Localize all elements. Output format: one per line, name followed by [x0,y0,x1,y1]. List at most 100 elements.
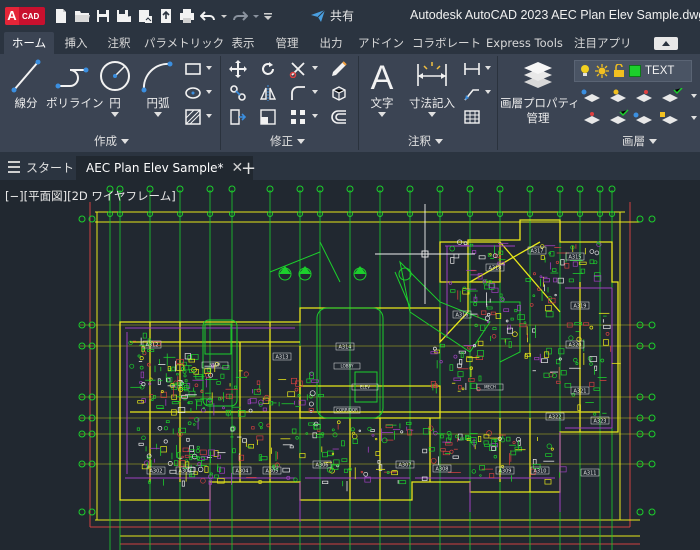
room-tag[interactable]: A309 [495,466,515,475]
cad-detail-mark [593,412,597,416]
redo-icon[interactable] [231,6,249,26]
hatch-icon[interactable] [184,84,202,102]
room-tag[interactable]: A304 [232,466,252,475]
drawing-canvas[interactable]: A316 A315 A317 A318 A319 A320 A312 A313 A314 A321… [0,182,700,550]
room-tag[interactable]: A305 [262,466,282,475]
room-tag[interactable]: A322 [545,412,565,421]
copy-icon[interactable] [229,84,247,102]
room-tag[interactable]: A320 [565,340,585,349]
annotation-dropdown-icons[interactable] [484,66,492,102]
draw-panel-title[interactable]: 作成 [94,133,129,151]
ribbon-tabs: ホーム 挿入 注釈 パラメトリック 表示 管理 出力 アドイン コラボレート E… [0,32,700,54]
room-tag[interactable]: A308 [432,464,452,473]
layer-tools-icons[interactable] [580,88,692,132]
room-tag[interactable]: A315 [565,252,585,261]
room-tag[interactable]: A317 [527,246,547,255]
layer-dropdown[interactable]: TEXT [574,60,692,82]
tab-output[interactable]: 出力 [314,32,348,54]
tab-start[interactable]: スタート [16,156,84,181]
tab-drawing[interactable]: AEC Plan Elev Sample* ✕ [76,156,254,181]
offset-icon[interactable] [330,108,348,126]
draw-dropdown-icons[interactable] [205,66,213,126]
room-tag[interactable]: A318 [485,263,505,272]
save-web-icon[interactable] [136,6,154,26]
room-tag[interactable]: A302 [146,466,166,475]
array-3d-icon[interactable] [330,84,348,102]
layers-dropdown-icons[interactable] [690,94,698,124]
new-file-icon[interactable] [52,6,70,26]
room-tag[interactable]: A321 [570,386,590,395]
trim-icon[interactable] [289,60,307,79]
cad-detail-mark [557,277,564,284]
undo-icon[interactable] [199,6,217,26]
tab-express-tools[interactable]: Express Tools [486,32,563,54]
layers-panel-title[interactable]: 画層 [622,133,657,151]
save-icon[interactable] [94,6,112,26]
tab-manage[interactable]: 管理 [270,32,304,54]
application-menu-button[interactable]: A CAD [5,7,45,25]
room-tag[interactable]: A319 [570,301,590,310]
room-number: A313 [276,355,289,361]
tab-addins[interactable]: アドイン [358,32,404,54]
linear-dimension-icon[interactable] [463,60,481,78]
mirror-icon[interactable] [259,84,277,102]
tab-view[interactable]: 表示 [228,32,258,54]
circle-button[interactable]: 円 [98,56,132,118]
tab-home[interactable]: ホーム [4,32,54,54]
modify-panel-title[interactable]: 修正 [270,133,305,151]
gradient-icon[interactable] [184,108,202,126]
customize-qat-icon[interactable] [263,6,273,26]
annotation-panel-title[interactable]: 注釈 [408,133,443,151]
print-icon[interactable] [178,6,196,26]
tab-collaborate[interactable]: コラボレート [412,32,481,54]
room-tag[interactable]: A303 [175,466,195,475]
upload-icon[interactable] [157,6,175,26]
room-tag[interactable]: A306 [312,460,332,469]
stretch-icon[interactable] [229,108,247,126]
rotate-icon[interactable] [259,60,277,78]
redo-dropdown-icon[interactable] [252,6,260,26]
room-tag[interactable]: A307 [395,460,415,469]
erase-icon[interactable] [330,60,348,78]
modify-dropdown-icons[interactable] [311,66,319,126]
rectangle-icon[interactable] [184,60,202,78]
room-number: A317 [531,249,544,255]
cad-detail-mark [317,394,324,397]
undo-dropdown-icon[interactable] [220,6,228,26]
viewport-controls[interactable]: [−][平面図][2D ワイヤフレーム] [5,188,176,204]
leader-icon[interactable] [463,84,481,102]
tab-featured-apps[interactable]: 注目アプリ [574,32,632,54]
text-button[interactable]: A 文字 [363,56,401,118]
arc-dropdown-icon[interactable] [154,112,162,118]
tab-insert[interactable]: 挿入 [57,32,95,54]
fillet-icon[interactable] [289,84,307,102]
line-button[interactable]: 線分 [8,56,44,111]
layer-properties-button[interactable]: 画層プロパティ 管理 [500,56,580,126]
dimension-button[interactable]: 寸法記入 [406,56,458,118]
tab-annotate[interactable]: 注釈 [99,32,139,54]
table-icon[interactable] [463,108,481,126]
room-tag[interactable]: A314 [335,342,355,351]
room-tag[interactable]: A316 [452,310,472,319]
cad-detail-mark [181,455,184,459]
share-button[interactable]: 共有 [310,7,354,24]
room-tag[interactable]: A323 [590,416,610,425]
arc-button[interactable]: 円弧 [138,56,178,118]
polyline-button[interactable]: ポリライン [46,56,104,111]
dimension-dropdown-icon[interactable] [428,112,436,118]
move-icon[interactable] [229,60,247,78]
room-tag[interactable]: A313 [272,352,292,361]
cad-detail-mark [422,428,430,435]
text-dropdown-icon[interactable] [378,112,386,118]
save-as-icon[interactable] [115,6,133,26]
new-tab-plus-icon[interactable]: + [241,156,256,181]
open-folder-icon[interactable] [73,6,91,26]
room-tag[interactable]: A311 [580,468,600,477]
room-tag[interactable]: A312 [142,340,162,349]
room-tag[interactable]: A310 [530,466,550,475]
scale-icon[interactable] [259,108,277,126]
tab-parametric[interactable]: パラメトリック [143,32,225,54]
array-icon[interactable] [289,108,307,126]
ribbon-minimize-toggle[interactable] [654,37,678,50]
circle-dropdown-icon[interactable] [111,112,119,118]
